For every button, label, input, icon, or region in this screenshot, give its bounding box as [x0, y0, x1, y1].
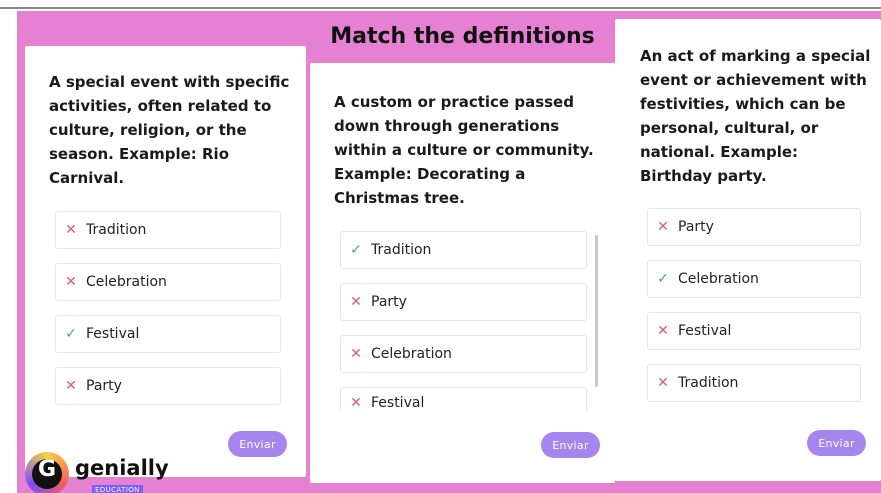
- option-party[interactable]: ✕ Party: [647, 208, 861, 246]
- option-tradition[interactable]: ✕ Tradition: [55, 211, 281, 249]
- window-top-border: [0, 0, 881, 9]
- x-icon: ✕: [657, 375, 669, 391]
- definition-text: A custom or practice passed down through…: [334, 93, 594, 207]
- options-scrollbar[interactable]: [595, 235, 598, 387]
- logo-education-badge: EDUCATION: [92, 485, 143, 493]
- x-icon: ✕: [657, 219, 669, 235]
- option-label: Party: [678, 219, 714, 235]
- x-icon: ✕: [65, 378, 77, 394]
- option-tradition[interactable]: ✕ Tradition: [647, 364, 861, 402]
- option-label: Tradition: [371, 242, 432, 258]
- x-icon: ✕: [65, 222, 77, 238]
- page-title: Match the definitions: [330, 24, 595, 49]
- option-label: Celebration: [371, 346, 452, 362]
- option-tradition[interactable]: ✓ Tradition: [340, 231, 587, 269]
- option-party[interactable]: ✕ Party: [340, 283, 587, 321]
- definition-text: A special event with specific activities…: [49, 73, 290, 187]
- option-label: Tradition: [678, 375, 739, 391]
- option-party[interactable]: ✕ Party: [55, 367, 281, 405]
- option-festival[interactable]: ✓ Festival: [55, 315, 281, 353]
- logo-g-glyph: G: [37, 457, 57, 482]
- option-festival[interactable]: ✕ Festival: [340, 387, 587, 411]
- genially-logo: G genially EDUCATION: [25, 452, 175, 493]
- option-label: Festival: [678, 323, 732, 339]
- option-label: Celebration: [678, 271, 759, 287]
- check-icon: ✓: [65, 326, 77, 342]
- option-label: Festival: [371, 395, 425, 411]
- option-label: Party: [86, 378, 122, 394]
- submit-button[interactable]: Enviar: [228, 431, 287, 457]
- check-icon: ✓: [350, 242, 362, 258]
- option-label: Festival: [86, 326, 140, 342]
- option-label: Tradition: [86, 222, 147, 238]
- x-icon: ✕: [65, 274, 77, 290]
- option-label: Party: [371, 294, 407, 310]
- submit-button[interactable]: Enviar: [807, 430, 866, 456]
- option-label: Celebration: [86, 274, 167, 290]
- x-icon: ✕: [657, 323, 669, 339]
- option-celebration[interactable]: ✕ Celebration: [55, 263, 281, 301]
- option-festival[interactable]: ✕ Festival: [647, 312, 861, 350]
- option-celebration[interactable]: ✓ Celebration: [647, 260, 861, 298]
- definition-card-2: A custom or practice passed down through…: [310, 63, 615, 483]
- logo-wordmark: genially: [75, 456, 169, 480]
- option-celebration[interactable]: ✕ Celebration: [340, 335, 587, 373]
- definition-card-3: An act of marking a special event or ach…: [615, 19, 881, 481]
- x-icon: ✕: [350, 294, 362, 310]
- check-icon: ✓: [657, 271, 669, 287]
- x-icon: ✕: [350, 395, 362, 411]
- x-icon: ✕: [350, 346, 362, 362]
- submit-button[interactable]: Enviar: [541, 432, 600, 458]
- definition-text: An act of marking a special event or ach…: [640, 47, 871, 185]
- definition-card-1: A special event with specific activities…: [25, 46, 306, 477]
